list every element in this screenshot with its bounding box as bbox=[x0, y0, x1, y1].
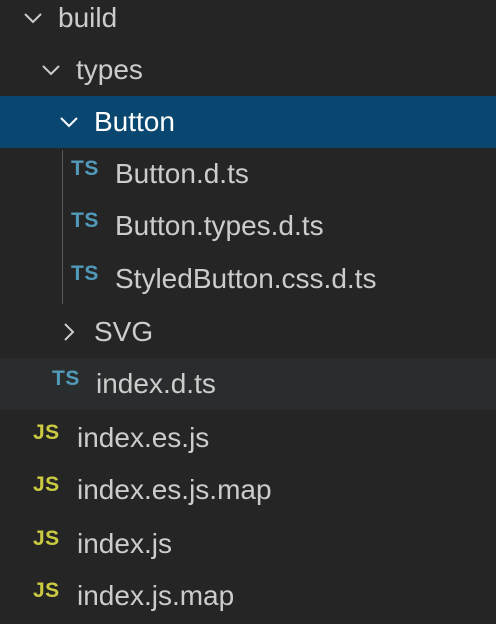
chevron-down-icon[interactable] bbox=[58, 111, 80, 133]
tree-file-button-types-d-ts[interactable]: TS Button.types.d.ts bbox=[0, 200, 496, 252]
tree-file-styledbutton-css-d-ts[interactable]: TS StyledButton.css.d.ts bbox=[0, 253, 496, 305]
chevron-down-icon[interactable] bbox=[22, 7, 44, 29]
tree-file-index-es-js-map[interactable]: JS index.es.js.map bbox=[0, 464, 496, 516]
tree-file-index-d-ts[interactable]: TS index.d.ts bbox=[0, 358, 496, 410]
tree-item-label: index.d.ts bbox=[96, 368, 216, 399]
typescript-file-icon: TS bbox=[71, 261, 99, 285]
javascript-file-icon: JS bbox=[33, 472, 60, 496]
typescript-file-icon: TS bbox=[71, 208, 99, 232]
tree-item-label: index.es.js bbox=[77, 422, 210, 453]
javascript-file-icon: JS bbox=[33, 420, 60, 444]
tree-file-index-js[interactable]: JS index.js bbox=[0, 518, 496, 570]
file-explorer-tree: build types Button TS Button.d.ts TS But… bbox=[0, 0, 496, 624]
tree-folder-button[interactable]: Button bbox=[0, 96, 496, 148]
tree-item-label: types bbox=[76, 54, 143, 85]
javascript-file-icon: JS bbox=[33, 526, 60, 550]
tree-item-label: StyledButton.css.d.ts bbox=[115, 263, 377, 294]
tree-item-label: Button.d.ts bbox=[115, 158, 249, 189]
javascript-file-icon: JS bbox=[33, 578, 60, 602]
tree-item-label: index.js.map bbox=[77, 580, 235, 611]
chevron-down-icon[interactable] bbox=[40, 59, 62, 81]
tree-item-label: index.js bbox=[77, 528, 172, 559]
tree-item-label: Button.types.d.ts bbox=[115, 210, 324, 241]
tree-file-button-d-ts[interactable]: TS Button.d.ts bbox=[0, 148, 496, 200]
tree-folder-svg[interactable]: SVG bbox=[0, 306, 496, 358]
typescript-file-icon: TS bbox=[52, 366, 80, 390]
tree-item-label: build bbox=[58, 2, 118, 33]
tree-item-label: index.es.js.map bbox=[77, 474, 272, 505]
chevron-right-icon[interactable] bbox=[58, 321, 80, 343]
tree-folder-build[interactable]: build bbox=[0, 0, 496, 44]
tree-item-label: SVG bbox=[94, 316, 154, 347]
tree-file-index-js-map[interactable]: JS index.js.map bbox=[0, 570, 496, 622]
tree-item-label: Button bbox=[94, 106, 175, 137]
tree-folder-types[interactable]: types bbox=[0, 44, 496, 96]
typescript-file-icon: TS bbox=[71, 156, 99, 180]
tree-file-index-es-js[interactable]: JS index.es.js bbox=[0, 412, 496, 464]
